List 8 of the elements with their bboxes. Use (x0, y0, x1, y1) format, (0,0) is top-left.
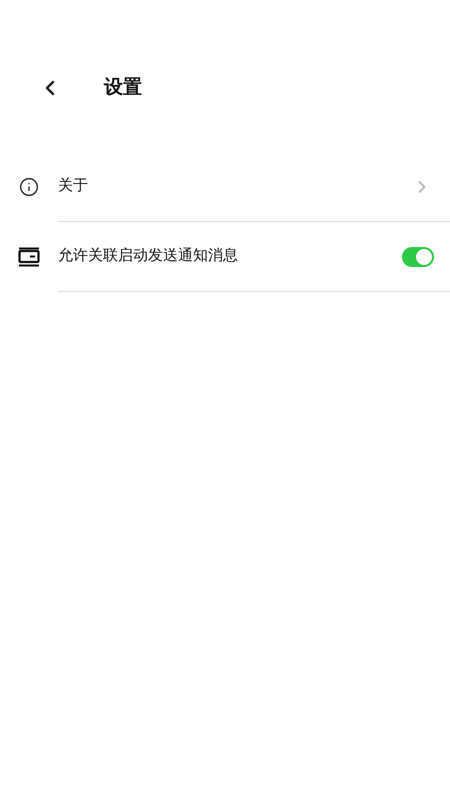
settings-row[interactable]: 允许关联启动发送通知消息 (0, 222, 450, 292)
row-label: 允许关联启动发送通知消息 (58, 246, 239, 266)
page-title: 设置 (104, 76, 142, 100)
row-label: 关于 (58, 176, 89, 196)
toggle-switch[interactable] (402, 246, 434, 266)
info-icon (19, 177, 39, 197)
wallet-icon (18, 247, 40, 267)
settings-row[interactable]: 关于 (0, 152, 450, 222)
